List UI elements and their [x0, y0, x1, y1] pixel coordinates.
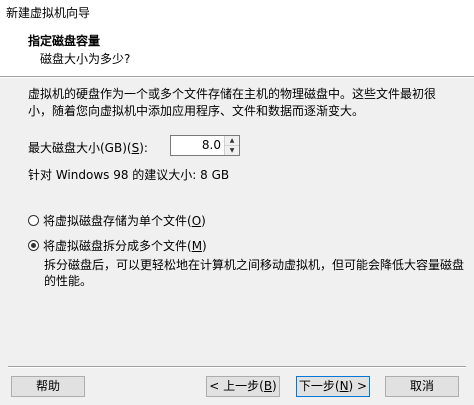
help-button[interactable]: 帮助: [11, 376, 85, 397]
radio-checked-icon[interactable]: [28, 240, 39, 251]
radio-circle-icon[interactable]: [28, 215, 39, 226]
recommended-size-text: 针对 Windows 98 的建议大小: 8 GB: [28, 168, 230, 182]
radio-single-file-label: 将虚拟磁盘存储为单个文件(O): [43, 214, 206, 228]
split-description-text: 拆分磁盘后，可以更轻松地在计算机之间移动虚拟机，但可能会降低大容量磁盘的性能。: [44, 258, 465, 288]
next-button[interactable]: 下一步(N) >: [296, 376, 370, 397]
spinner-up-icon[interactable]: ▲: [225, 136, 239, 146]
disk-size-label: 最大磁盘大小(GB)(S):: [28, 141, 148, 155]
footer-divider: [8, 366, 466, 368]
back-button[interactable]: < 上一步(B): [206, 376, 280, 397]
radio-split-files-label: 将虚拟磁盘拆分成多个文件(M): [43, 239, 207, 253]
wizard-header: 指定磁盘容量 磁盘大小为多少?: [0, 22, 474, 77]
spinner-down-icon[interactable]: ▼: [225, 146, 239, 155]
title-bar: 新建虚拟机向导: [0, 0, 474, 23]
spinner-buttons: ▲ ▼: [224, 136, 239, 155]
page-title: 指定磁盘容量: [28, 34, 101, 48]
radio-split-files[interactable]: 将虚拟磁盘拆分成多个文件(M): [28, 237, 207, 254]
radio-single-file[interactable]: 将虚拟磁盘存储为单个文件(O): [28, 212, 206, 229]
disk-size-spinner[interactable]: 8.0 ▲ ▼: [170, 135, 240, 156]
window-title: 新建虚拟机向导: [6, 6, 91, 20]
disk-size-value[interactable]: 8.0: [202, 138, 221, 152]
page-subtitle: 磁盘大小为多少?: [40, 52, 131, 66]
cancel-button[interactable]: 取消: [385, 376, 459, 397]
description-text: 虚拟机的硬盘作为一个或多个文件存储在主机的物理磁盘中。这些文件最初很小，随着您向…: [28, 87, 437, 118]
header-divider: [0, 77, 474, 78]
